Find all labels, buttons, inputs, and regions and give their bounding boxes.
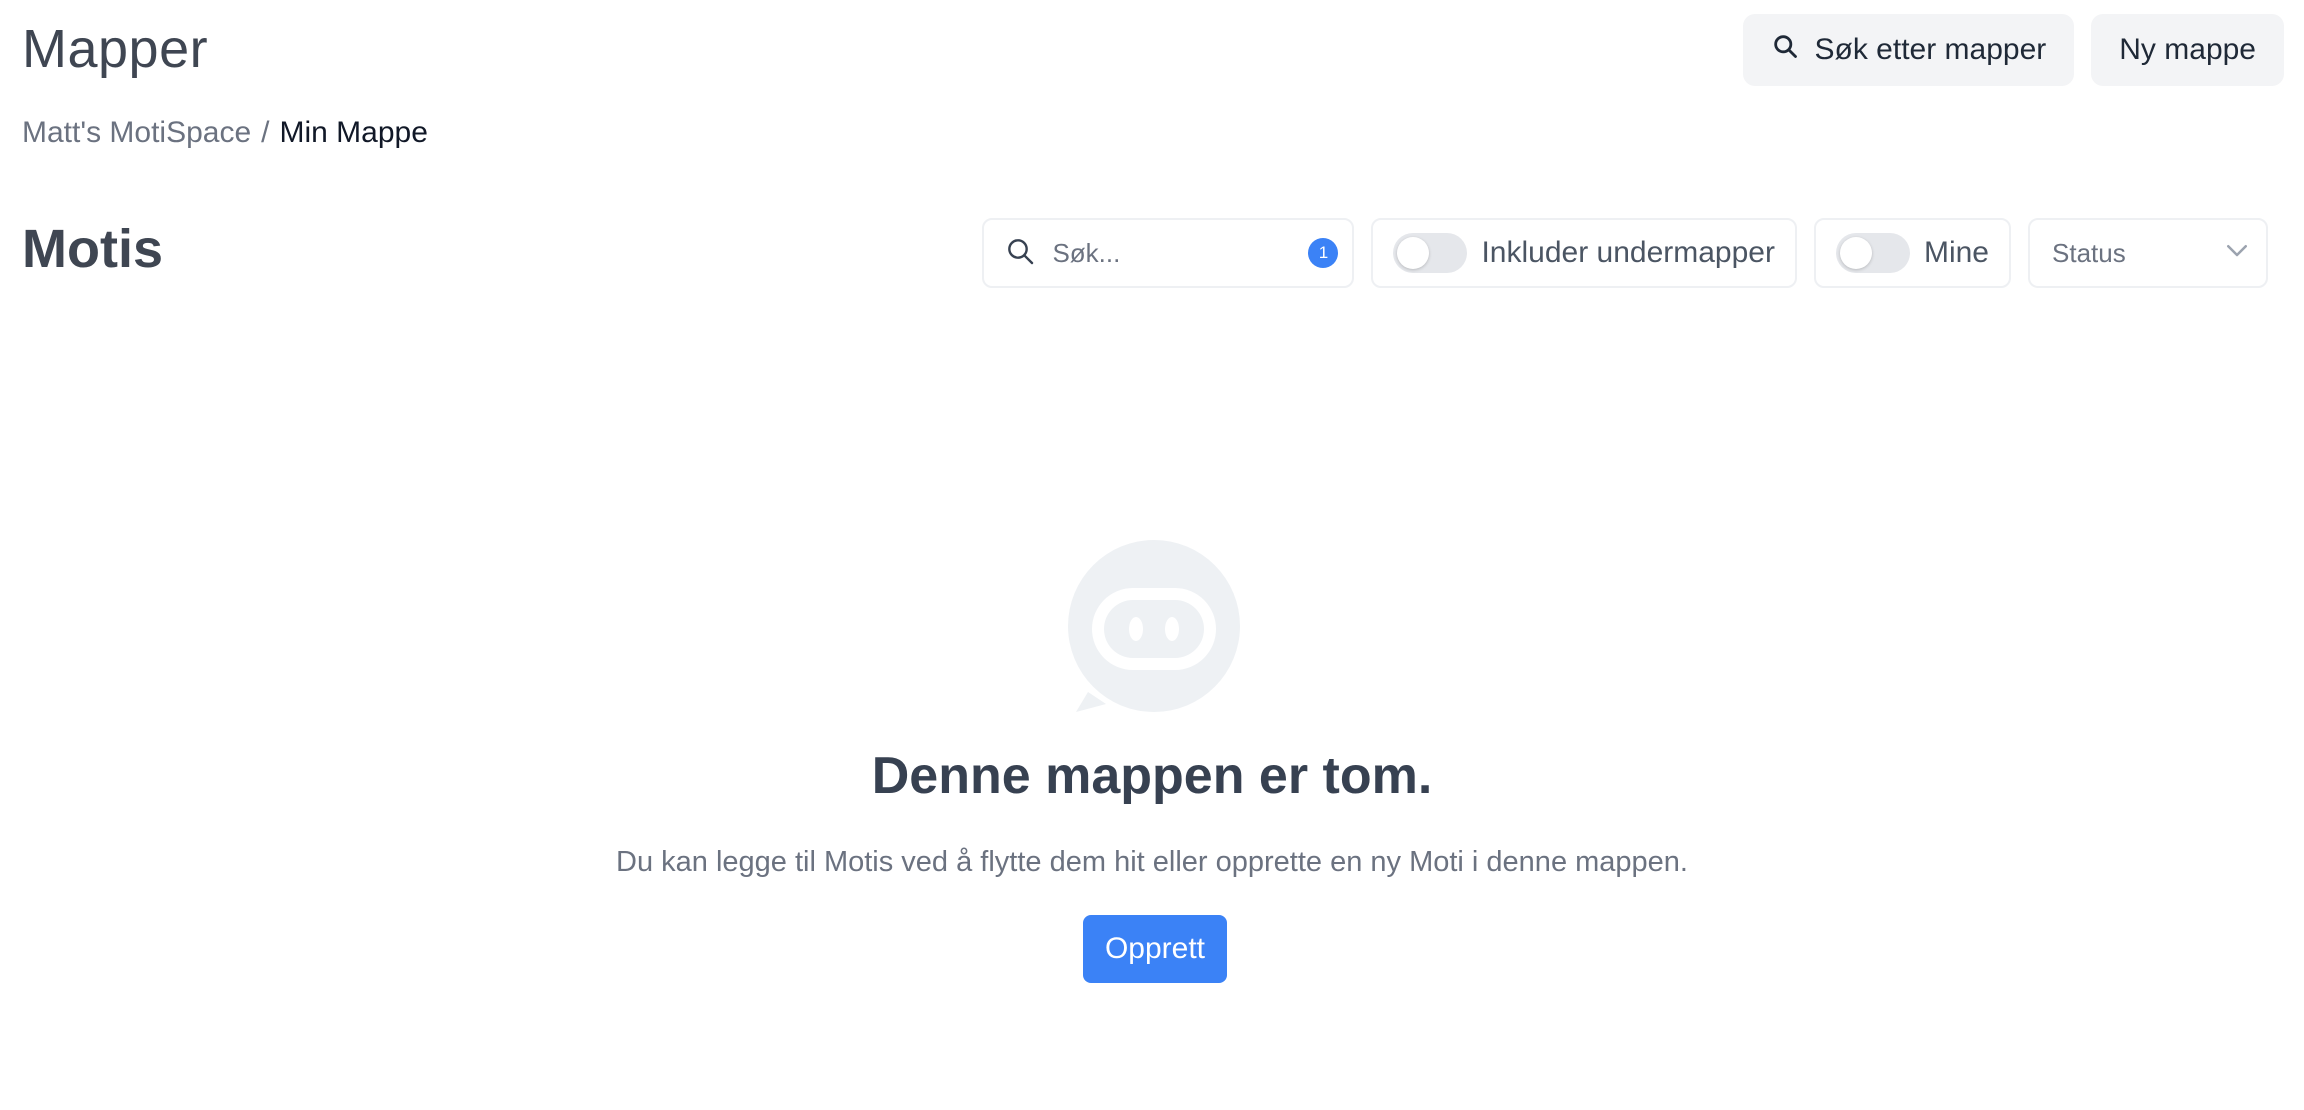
search-count-badge: 1 [1308,238,1339,268]
breadcrumb-separator: / [261,116,270,149]
create-moti-button[interactable]: Opprett [1083,915,1227,983]
chevron-down-icon [2222,235,2252,272]
status-select-value: Status [2052,237,2126,268]
empty-state-title: Denne mappen er tom. [871,747,1433,805]
new-folder-label: Ny mappe [2119,33,2256,66]
moti-search-box[interactable]: 1 [982,218,1355,288]
mine-label: Mine [1923,236,1989,269]
toggle-knob [1397,237,1430,269]
filter-toolbar: 1 Inkluder undermapper Mine Status [982,218,2268,288]
breadcrumb-workspace-link[interactable]: Matt's MotiSpace [22,116,251,150]
page-title: Mapper [22,19,209,79]
new-folder-button[interactable]: Ny mappe [2091,14,2284,86]
include-subfolders-toggle-chip[interactable]: Inkluder undermapper [1371,218,1797,288]
search-input[interactable] [1052,237,1293,269]
mine-toggle[interactable] [1835,233,1910,273]
search-folders-button[interactable]: Søk etter mapper [1742,14,2075,86]
breadcrumb: Matt's MotiSpace / Min Mappe [22,116,428,150]
search-icon [1004,235,1036,272]
include-subfolders-label: Inkluder undermapper [1481,236,1775,269]
page: Mapper Søk etter mapper Ny mappe Matt's … [0,0,2304,1110]
mine-toggle-chip[interactable]: Mine [1813,218,2011,288]
empty-state-description: Du kan legge til Motis ved å flytte dem … [616,846,1688,878]
breadcrumb-current: Min Mappe [279,116,428,149]
header-actions: Søk etter mapper Ny mappe [1742,14,2284,86]
status-select[interactable]: Status [2028,218,2268,288]
search-icon [1771,32,1799,68]
section-title: Motis [22,219,163,279]
search-folders-label: Søk etter mapper [1814,33,2047,66]
moti-robot-chat-icon [1066,540,1242,716]
include-subfolders-toggle[interactable] [1393,233,1468,273]
toggle-knob [1839,237,1872,269]
